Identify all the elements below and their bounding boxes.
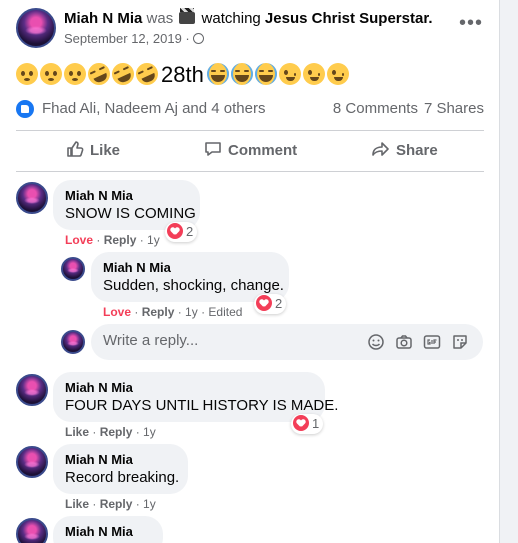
comment-time[interactable]: 1y bbox=[143, 497, 156, 511]
comment-text: Sudden, shocking, change. bbox=[103, 277, 284, 294]
reaction-count: 2 bbox=[275, 296, 283, 311]
rofl-emoji-icon bbox=[84, 59, 114, 89]
share-icon bbox=[372, 142, 389, 156]
like-button[interactable]: Like bbox=[66, 135, 120, 167]
activity-text: watching bbox=[201, 10, 261, 27]
share-label: Share bbox=[396, 142, 438, 159]
reaction-count: 2 bbox=[186, 224, 194, 239]
comment-bubble: Miah N Mia Record breaking. bbox=[53, 444, 188, 494]
commenter-name[interactable]: Miah N Mia bbox=[65, 188, 188, 204]
comment-icon bbox=[205, 142, 221, 156]
comment-button[interactable]: Comment bbox=[204, 135, 297, 167]
rofl-emoji-icon bbox=[108, 59, 138, 89]
post-text: 28th bbox=[16, 59, 351, 90]
reply-link[interactable]: Reply bbox=[104, 233, 137, 247]
thumbs-up-icon bbox=[67, 141, 84, 157]
commenter-avatar[interactable] bbox=[16, 374, 48, 406]
joy-emoji-icon bbox=[206, 63, 229, 85]
flushed-emoji-icon bbox=[16, 63, 38, 85]
reaction-count-badge[interactable]: 2 bbox=[165, 222, 198, 242]
emoji-picker-icon[interactable] bbox=[367, 333, 385, 351]
more-options-icon[interactable]: ••• bbox=[456, 13, 486, 40]
post-title-line: Miah N Mia was watching Jesus Christ Sup… bbox=[64, 8, 433, 27]
film-icon bbox=[179, 8, 196, 24]
commenter-name[interactable]: Miah N Mia bbox=[65, 380, 313, 396]
wink-emoji-icon bbox=[278, 63, 301, 85]
comment-actions: Love · Reply · 1y · Edited bbox=[103, 305, 243, 319]
comment-text: Record breaking. bbox=[65, 469, 180, 486]
camera-icon[interactable] bbox=[395, 333, 413, 351]
edited-label: Edited bbox=[208, 305, 243, 319]
globe-icon bbox=[193, 33, 205, 44]
engagement-counts: 8 Comments 7 Shares bbox=[333, 100, 484, 117]
commenter-avatar[interactable] bbox=[16, 446, 48, 478]
flushed-emoji-icon bbox=[40, 63, 62, 85]
comment-time[interactable]: 1y bbox=[147, 233, 160, 247]
reaction-count-badge[interactable]: 1 bbox=[291, 414, 324, 434]
comment-label: Comment bbox=[228, 142, 298, 159]
comment-bubble: Miah N Mia FOUR DAYS UNTIL HISTORY IS MA… bbox=[53, 372, 339, 422]
post-card: Miah N Mia was watching Jesus Christ Sup… bbox=[0, 0, 500, 543]
like-label: Like bbox=[90, 142, 121, 159]
comment-text: SNOW IS COMING bbox=[65, 205, 196, 222]
scrollbar[interactable] bbox=[500, 0, 518, 543]
commenter-name[interactable]: Miah N Mia bbox=[103, 260, 277, 276]
sticker-icon[interactable] bbox=[451, 333, 469, 351]
commenter-avatar[interactable] bbox=[16, 518, 48, 543]
rofl-emoji-icon bbox=[132, 59, 162, 89]
reaction-count: 1 bbox=[312, 416, 320, 431]
reactions-bar: Fhad Ali, Nadeem Aj and 4 others 8 Comme… bbox=[16, 99, 484, 119]
author-name[interactable]: Miah N Mia bbox=[64, 10, 142, 27]
wink-emoji-icon bbox=[302, 63, 325, 85]
love-link[interactable]: Love bbox=[103, 305, 131, 319]
post-actions: Like Comment Share bbox=[16, 131, 484, 171]
share-button[interactable]: Share bbox=[372, 135, 438, 167]
reactors-list[interactable]: Fhad Ali, Nadeem Aj and 4 others bbox=[42, 100, 265, 117]
commenter-avatar[interactable] bbox=[61, 257, 85, 281]
reply-placeholder: Write a reply... bbox=[103, 332, 199, 349]
divider bbox=[16, 171, 484, 172]
reply-link[interactable]: Reply bbox=[100, 497, 133, 511]
gif-icon[interactable] bbox=[423, 333, 441, 351]
reply-input[interactable]: Write a reply... bbox=[91, 324, 483, 360]
reply-link[interactable]: Reply bbox=[142, 305, 175, 319]
post-meta: September 12, 2019 · bbox=[64, 31, 205, 46]
commenter-avatar[interactable] bbox=[16, 182, 48, 214]
comment-actions: Love · Reply · 1y bbox=[65, 233, 160, 247]
commenter-name[interactable]: Miah N Mia bbox=[65, 452, 176, 468]
post-date[interactable]: September 12, 2019 · bbox=[64, 31, 190, 46]
heart-icon bbox=[256, 295, 272, 311]
author-avatar[interactable] bbox=[16, 8, 56, 48]
commenter-name[interactable]: Miah N Mia bbox=[65, 524, 151, 540]
reply-link[interactable]: Reply bbox=[100, 425, 133, 439]
reaction-count-badge[interactable]: 2 bbox=[254, 294, 287, 314]
like-link[interactable]: Like bbox=[65, 425, 89, 439]
was-text: was bbox=[146, 10, 174, 27]
shares-count[interactable]: 7 Shares bbox=[424, 100, 484, 117]
comment-actions: Like · Reply · 1y bbox=[65, 425, 156, 439]
comments-count[interactable]: 8 Comments bbox=[333, 100, 418, 117]
comment-text: FOUR DAYS UNTIL HISTORY IS MADE. bbox=[65, 397, 339, 414]
like-reaction-icon bbox=[16, 100, 34, 118]
current-user-avatar bbox=[61, 330, 85, 354]
post-text-body: 28th bbox=[161, 62, 204, 87]
wink-emoji-icon bbox=[326, 63, 349, 85]
love-link[interactable]: Love bbox=[65, 233, 93, 247]
comment-bubble: Miah N Mia bbox=[53, 516, 163, 543]
comment-actions: Like · Reply · 1y bbox=[65, 497, 156, 511]
heart-icon bbox=[167, 223, 183, 239]
joy-emoji-icon bbox=[230, 63, 253, 85]
like-link[interactable]: Like bbox=[65, 497, 89, 511]
comment-time[interactable]: 1y bbox=[185, 305, 198, 319]
comment-time[interactable]: 1y bbox=[143, 425, 156, 439]
post-header: Miah N Mia was watching Jesus Christ Sup… bbox=[16, 8, 486, 52]
activity-subject[interactable]: Jesus Christ Superstar. bbox=[265, 10, 433, 27]
heart-icon bbox=[293, 415, 309, 431]
joy-emoji-icon bbox=[254, 63, 277, 85]
flushed-emoji-icon bbox=[64, 63, 86, 85]
